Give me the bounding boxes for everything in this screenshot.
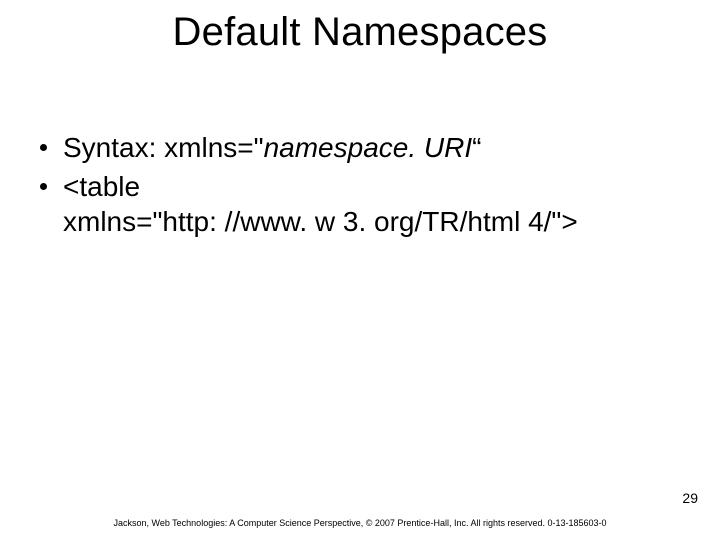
slide-body: Syntax: xmlns="namespace. URI“ <table xm… — [40, 130, 680, 243]
bullet-text: <table xmlns="http: //www. w 3. org/TR/h… — [63, 169, 680, 239]
bullet-line1: <table — [63, 171, 140, 202]
bullet-text: Syntax: xmlns="namespace. URI“ — [63, 130, 680, 165]
bullet-item: Syntax: xmlns="namespace. URI“ — [40, 130, 680, 165]
bullet-item: <table xmlns="http: //www. w 3. org/TR/h… — [40, 169, 680, 239]
bullet-dot-icon — [40, 144, 47, 151]
slide: Default Namespaces Syntax: xmlns="namesp… — [0, 0, 720, 540]
bullet-italic: namespace. URI — [264, 132, 473, 163]
bullet-line2: xmlns="http: //www. w 3. org/TR/html 4/"… — [63, 206, 578, 237]
slide-title: Default Namespaces — [0, 10, 720, 55]
bullet-suffix: “ — [472, 132, 481, 163]
bullet-prefix: Syntax: xmlns=" — [63, 132, 264, 163]
page-number: 29 — [682, 490, 698, 506]
bullet-dot-icon — [40, 183, 47, 190]
footer-text: Jackson, Web Technologies: A Computer Sc… — [0, 518, 720, 528]
